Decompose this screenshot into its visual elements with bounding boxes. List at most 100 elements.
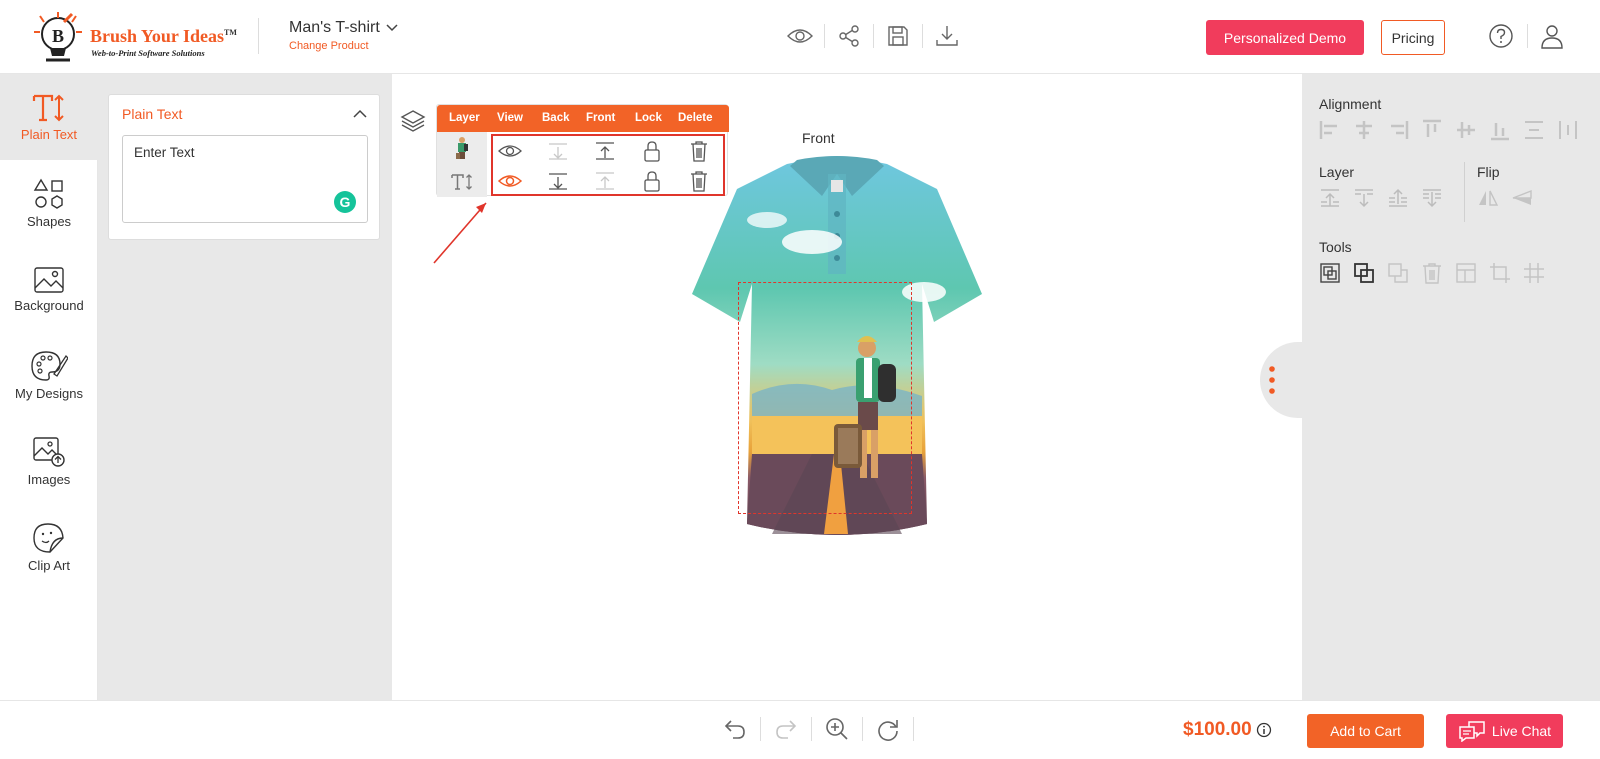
grammarly-icon[interactable]: G <box>334 191 356 213</box>
align-bottom-button[interactable] <box>1486 116 1514 144</box>
layers-icon <box>400 110 426 132</box>
tool-clip-art[interactable]: Clip Art <box>0 504 98 590</box>
distribute-vertical-button[interactable] <box>1520 116 1548 144</box>
bring-forward-icon <box>1321 189 1339 207</box>
align-top-icon <box>1423 119 1441 137</box>
properties-panel: Alignment Layer Flip Tools <box>1302 74 1600 700</box>
chevron-up-icon <box>353 109 367 118</box>
bottom-divider <box>811 717 812 741</box>
send-backward-icon <box>1355 189 1373 208</box>
flip-vertical-button[interactable] <box>1508 184 1536 212</box>
download-button[interactable] <box>933 22 961 50</box>
distribute-horizontal-button[interactable] <box>1554 116 1582 144</box>
preview-button[interactable] <box>786 22 814 50</box>
align-left-button[interactable] <box>1316 116 1344 144</box>
ungroup-icon <box>1354 263 1374 283</box>
share-button[interactable] <box>835 22 863 50</box>
send-backward-button[interactable] <box>1350 184 1378 212</box>
brand-tagline: Web-to-Print Software Solutions <box>91 48 205 58</box>
change-product-link[interactable]: Change Product <box>289 40 398 52</box>
vertical-dots-icon <box>1269 366 1275 394</box>
tool-background[interactable]: Background <box>0 246 98 332</box>
tool-label: Background <box>14 297 84 313</box>
align-top-button[interactable] <box>1418 116 1446 144</box>
align-right-button[interactable] <box>1384 116 1412 144</box>
align-center-button[interactable] <box>1350 116 1378 144</box>
tool-shapes[interactable]: Shapes <box>0 160 98 246</box>
brand-logo[interactable]: B Brush Your IdeasTM Web-to-Print Softwa… <box>30 10 245 66</box>
flip-horizontal-button[interactable] <box>1474 184 1502 212</box>
group-button[interactable] <box>1316 259 1344 287</box>
undo-button[interactable] <box>721 715 749 743</box>
tool-plain-text[interactable]: Plain Text <box>0 74 98 160</box>
send-back-icon <box>549 173 567 190</box>
tool-images[interactable]: Images <box>0 418 98 504</box>
print-area-boundary <box>738 282 912 514</box>
layer-title: Layer <box>1319 164 1355 180</box>
tool-label: Clip Art <box>28 557 70 573</box>
layer1-send-back[interactable] <box>545 139 571 163</box>
crop-icon <box>1490 263 1510 283</box>
redo-icon <box>776 720 797 739</box>
bring-front-icon <box>596 172 614 190</box>
bottom-divider <box>862 717 863 741</box>
alignment-title: Alignment <box>1319 96 1382 112</box>
palette-icon <box>31 350 68 381</box>
product-name[interactable]: Man's T-shirt <box>289 19 380 37</box>
distribute-horizontal-icon <box>1559 121 1577 139</box>
add-to-cart-button[interactable]: Add to Cart <box>1307 714 1424 748</box>
brand-name: Brush Your Ideas <box>90 26 225 46</box>
bottom-bar: $100.00 Add to Cart Live Chat <box>0 700 1600 759</box>
crop-button[interactable] <box>1486 259 1514 287</box>
view-side-label: Front <box>802 130 835 146</box>
refresh-icon <box>878 720 898 741</box>
redo-button[interactable] <box>772 715 800 743</box>
layer1-lock[interactable] <box>639 139 665 163</box>
grid-icon <box>1524 263 1544 283</box>
live-chat-button[interactable]: Live Chat <box>1446 714 1563 748</box>
pricing-button[interactable]: Pricing <box>1381 20 1445 55</box>
layout-icon <box>1456 263 1476 283</box>
layer2-send-back[interactable] <box>545 169 571 193</box>
layer-thumb-text[interactable] <box>451 168 473 196</box>
user-account-button[interactable] <box>1538 22 1566 50</box>
tool-my-designs[interactable]: My Designs <box>0 332 98 418</box>
personalized-demo-button[interactable]: Personalized Demo <box>1206 20 1364 55</box>
ungroup-button[interactable] <box>1350 259 1378 287</box>
send-to-back-icon <box>1423 189 1441 208</box>
duplicate-button[interactable] <box>1384 259 1412 287</box>
plain-text-card-title: Plain Text <box>122 106 183 122</box>
position-button[interactable] <box>1452 259 1480 287</box>
delete-object-button[interactable] <box>1418 259 1446 287</box>
send-to-back-button[interactable] <box>1418 184 1446 212</box>
layers-button[interactable] <box>400 108 426 139</box>
zoom-in-button[interactable] <box>823 715 851 743</box>
chevron-down-icon[interactable] <box>386 24 398 32</box>
text-input[interactable]: Enter Text <box>122 135 368 223</box>
bring-to-front-icon <box>1389 188 1407 207</box>
bottom-divider <box>913 717 914 741</box>
product-selector[interactable]: Man's T-shirt Change Product <box>289 19 398 52</box>
layer1-view-toggle[interactable] <box>497 139 523 163</box>
align-middle-button[interactable] <box>1452 116 1480 144</box>
download-icon <box>936 26 958 46</box>
save-button[interactable] <box>884 22 912 50</box>
group-icon <box>1320 263 1340 283</box>
layer1-bring-front[interactable] <box>592 139 618 163</box>
layer2-bring-front[interactable] <box>592 169 618 193</box>
grid-button[interactable] <box>1520 259 1548 287</box>
bring-forward-button[interactable] <box>1316 184 1344 212</box>
bring-to-front-button[interactable] <box>1384 184 1412 212</box>
layer-thumb-image[interactable] <box>451 135 473 163</box>
help-button[interactable] <box>1487 22 1515 50</box>
more-options-handle[interactable] <box>1260 342 1302 418</box>
layer2-lock[interactable] <box>639 169 665 193</box>
text-layer-icon <box>451 174 472 190</box>
collapse-button[interactable] <box>353 105 367 123</box>
text-icon <box>32 94 64 121</box>
layer2-view-toggle[interactable] <box>497 169 523 193</box>
layer-popup-header: Layer View Back Front Lock Delete <box>437 105 729 132</box>
reset-button[interactable] <box>874 715 902 743</box>
info-icon[interactable] <box>1256 722 1272 738</box>
trash-icon <box>1423 263 1441 284</box>
